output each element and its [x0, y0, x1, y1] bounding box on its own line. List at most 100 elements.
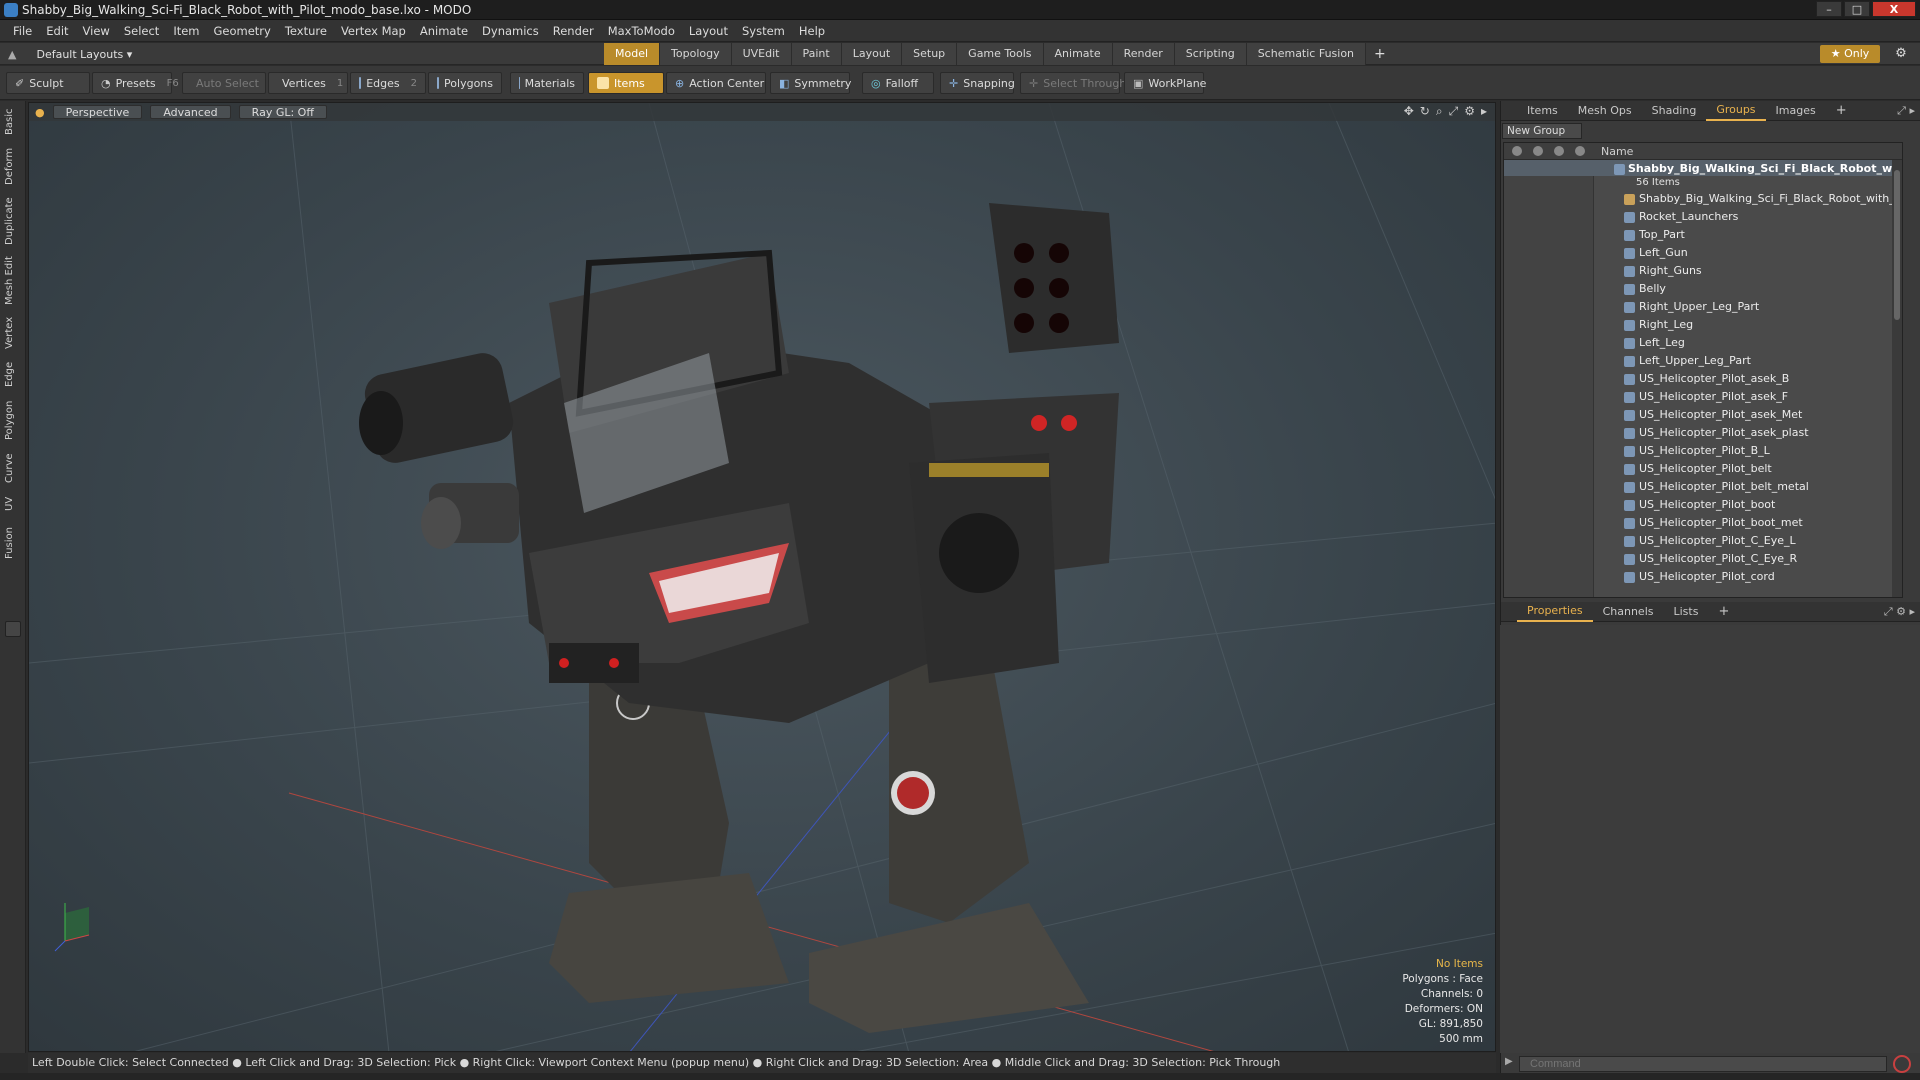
tab-layout[interactable]: Layout	[841, 43, 903, 65]
edges-button[interactable]: Edges 2	[350, 72, 426, 94]
tree-row[interactable]: Top_Part	[1504, 226, 1902, 244]
menu-dynamics[interactable]: Dynamics	[475, 20, 546, 42]
pan-icon[interactable]: ✥	[1404, 104, 1414, 119]
tree-row[interactable]: US_Helicopter_Pilot_C_Eye_R	[1504, 550, 1902, 568]
menu-animate[interactable]: Animate	[413, 20, 475, 42]
vtab-polygon[interactable]: Polygon	[4, 397, 22, 443]
render-column-icon[interactable]	[1533, 146, 1543, 156]
tree-scrollbar-thumb[interactable]	[1894, 170, 1900, 320]
tree-row[interactable]: US_Helicopter_Pilot_C_Eye_L	[1504, 532, 1902, 550]
tab-items[interactable]: Items	[1517, 101, 1568, 121]
select-through-button[interactable]: ✛ Select Through	[1020, 72, 1126, 94]
add-panel-tab-button[interactable]: +	[1826, 101, 1857, 121]
new-group-button[interactable]: New Group	[1502, 123, 1582, 139]
tab-topology[interactable]: Topology	[660, 43, 732, 65]
tab-game-tools[interactable]: Game Tools	[957, 43, 1044, 65]
tree-row[interactable]: US_Helicopter_Pilot_belt	[1504, 460, 1902, 478]
snapping-button[interactable]: ✛ Snapping	[940, 72, 1015, 94]
presets-button[interactable]: ◔ Presets F6	[92, 72, 179, 94]
tree-row[interactable]: Rocket_Launchers	[1504, 208, 1902, 226]
tree-row[interactable]: US_Helicopter_Pilot_boot_met	[1504, 514, 1902, 532]
tree-row[interactable]: US_Helicopter_Pilot_asek_Met	[1504, 406, 1902, 424]
vtab-basic[interactable]: Basic	[4, 107, 22, 137]
close-button[interactable]: X	[1872, 1, 1916, 17]
viewport-settings-icon[interactable]: ⚙	[1464, 104, 1475, 119]
viewport-menu-arrow-icon[interactable]: ▸	[1481, 104, 1487, 119]
tree-row[interactable]: Left_Upper_Leg_Part	[1504, 352, 1902, 370]
polygons-button[interactable]: Polygons	[428, 72, 502, 94]
menu-file[interactable]: File	[6, 20, 39, 42]
tree-row[interactable]: US_Helicopter_Pilot_belt_metal	[1504, 478, 1902, 496]
tab-channels[interactable]: Channels	[1593, 602, 1664, 622]
sculpt-button[interactable]: ✐ Sculpt	[6, 72, 90, 94]
vtab-vertex[interactable]: Vertex	[4, 315, 22, 351]
command-expand-icon[interactable]: ▶	[1505, 1056, 1513, 1067]
materials-button[interactable]: Materials	[510, 72, 584, 94]
tree-row[interactable]: US_Helicopter_Pilot_cord	[1504, 568, 1902, 586]
view-perspective-dropdown[interactable]: Perspective	[52, 105, 143, 119]
tree-row[interactable]: Left_Gun	[1504, 244, 1902, 262]
menu-item[interactable]: Item	[166, 20, 206, 42]
menu-render[interactable]: Render	[546, 20, 601, 42]
lock-column-icon[interactable]	[1554, 146, 1564, 156]
tree-row[interactable]: US_Helicopter_Pilot_asek_F	[1504, 388, 1902, 406]
minimize-button[interactable]: –	[1816, 1, 1842, 17]
menu-view[interactable]: View	[76, 20, 117, 42]
vtab-mesh-edit[interactable]: Mesh Edit	[4, 255, 22, 307]
tree-row[interactable]: Belly	[1504, 280, 1902, 298]
falloff-button[interactable]: ◎ Falloff	[862, 72, 934, 94]
menu-maxtomodo[interactable]: MaxToModo	[601, 20, 682, 42]
tab-render[interactable]: Render	[1112, 43, 1175, 65]
vtab-edge[interactable]: Edge	[4, 359, 22, 389]
tree-row[interactable]: Right_Guns	[1504, 262, 1902, 280]
tab-animate[interactable]: Animate	[1043, 43, 1113, 65]
tab-setup[interactable]: Setup	[902, 43, 958, 65]
maximize-button[interactable]: □	[1844, 1, 1870, 17]
menu-system[interactable]: System	[735, 20, 792, 42]
only-button[interactable]: ★ Only	[1820, 45, 1880, 63]
tree-row[interactable]: US_Helicopter_Pilot_B_L	[1504, 442, 1902, 460]
items-button[interactable]: Items	[588, 72, 664, 94]
add-properties-tab-button[interactable]: +	[1708, 602, 1739, 622]
symmetry-button[interactable]: ◧ Symmetry	[770, 72, 851, 94]
workplane-button[interactable]: ▣ WorkPlane	[1124, 72, 1206, 94]
maximize-viewport-icon[interactable]: ⤢	[1449, 104, 1459, 119]
command-input[interactable]	[1519, 1056, 1887, 1072]
gear-icon[interactable]: ⚙	[1892, 45, 1910, 63]
tab-paint[interactable]: Paint	[791, 43, 842, 65]
3d-viewport[interactable]: ● Perspective Advanced Ray GL: Off ✥ ↻ ⌕…	[28, 102, 1496, 1052]
command-history-icon[interactable]	[1893, 1055, 1911, 1073]
tab-lists[interactable]: Lists	[1664, 602, 1709, 622]
auto-select-button[interactable]: Auto Select	[182, 72, 266, 94]
menu-layout[interactable]: Layout	[682, 20, 735, 42]
tab-scripting[interactable]: Scripting	[1174, 43, 1247, 65]
shading-advanced-dropdown[interactable]: Advanced	[150, 105, 231, 119]
name-column-header[interactable]: Name	[1601, 145, 1633, 158]
tree-scrollbar[interactable]	[1892, 160, 1902, 597]
vtab-duplicate[interactable]: Duplicate	[4, 195, 22, 247]
tree-row[interactable]: US_Helicopter_Pilot_asek_plast	[1504, 424, 1902, 442]
tree-row[interactable]: Right_Upper_Leg_Part	[1504, 298, 1902, 316]
layout-dropdown[interactable]: ▲ Default Layouts ▾	[8, 46, 132, 62]
tree-row[interactable]: Left_Leg	[1504, 334, 1902, 352]
tree-row[interactable]: Right_Leg	[1504, 316, 1902, 334]
menu-edit[interactable]: Edit	[39, 20, 75, 42]
robot-model[interactable]	[359, 203, 1119, 1033]
toggle-panel-button[interactable]	[5, 621, 21, 637]
menu-geometry[interactable]: Geometry	[207, 20, 278, 42]
panel-expand-icon[interactable]: ⤢ ▸	[1897, 104, 1915, 118]
tab-mesh-ops[interactable]: Mesh Ops	[1568, 101, 1642, 121]
tree-row[interactable]: US_Helicopter_Pilot_asek_B	[1504, 370, 1902, 388]
add-layout-tab-button[interactable]: +	[1366, 43, 1394, 65]
tab-shading[interactable]: Shading	[1642, 101, 1707, 121]
tab-model[interactable]: Model	[604, 43, 661, 65]
vtab-curve[interactable]: Curve	[4, 451, 22, 485]
tab-schematic-fusion[interactable]: Schematic Fusion	[1246, 43, 1367, 65]
visibility-column-icon[interactable]	[1512, 146, 1522, 156]
tab-images[interactable]: Images	[1766, 101, 1826, 121]
select-column-icon[interactable]	[1575, 146, 1585, 156]
menu-help[interactable]: Help	[792, 20, 832, 42]
action-center-button[interactable]: ⊕ Action Center	[666, 72, 766, 94]
tab-groups[interactable]: Groups	[1706, 101, 1766, 121]
menu-texture[interactable]: Texture	[278, 20, 334, 42]
